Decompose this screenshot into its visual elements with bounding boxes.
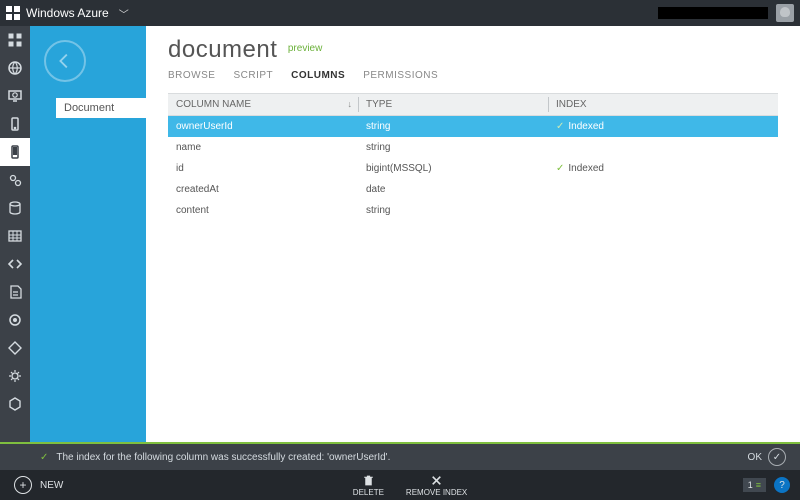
cell-type: string bbox=[358, 205, 548, 216]
cell-index bbox=[548, 184, 778, 195]
table-row[interactable]: idbigint(MSSQL)✓Indexed bbox=[168, 158, 778, 179]
columns-grid: COLUMN NAME ↓ TYPE INDEX ownerUserIdstri… bbox=[168, 93, 778, 221]
check-icon: ✓ bbox=[556, 163, 564, 174]
content-pane: document preview BROWSE SCRIPT COLUMNS PERM… bbox=[146, 26, 800, 442]
remove-index-label: REMOVE INDEX bbox=[406, 488, 467, 497]
cell-index: ✓Indexed bbox=[548, 163, 778, 174]
sub-rail: Document bbox=[30, 26, 146, 442]
cell-name: ownerUserId bbox=[168, 121, 358, 132]
rail-db-icon[interactable] bbox=[0, 194, 30, 222]
rail-hex-icon[interactable] bbox=[0, 390, 30, 418]
rail-script-icon[interactable] bbox=[0, 278, 30, 306]
rail-globe-icon[interactable] bbox=[0, 54, 30, 82]
subrail-item-document[interactable]: Document bbox=[56, 98, 146, 118]
table-row[interactable]: namestring bbox=[168, 137, 778, 158]
chevron-down-icon[interactable]: ﹀ bbox=[119, 6, 129, 21]
rail-gears-icon[interactable] bbox=[0, 166, 30, 194]
rail-mobile-alt-icon[interactable] bbox=[0, 138, 30, 166]
brand-label: Windows Azure bbox=[26, 6, 109, 20]
page-title: document bbox=[168, 36, 277, 64]
table-row[interactable]: contentstring bbox=[168, 200, 778, 221]
col-header-type[interactable]: TYPE bbox=[358, 94, 548, 115]
icon-rail bbox=[0, 26, 30, 442]
cell-name: createdAt bbox=[168, 184, 358, 195]
plus-icon: + bbox=[14, 476, 32, 494]
avatar-icon[interactable] bbox=[776, 4, 794, 22]
cell-type: date bbox=[358, 184, 548, 195]
cell-name: content bbox=[168, 205, 358, 216]
tab-strip: BROWSE SCRIPT COLUMNS PERMISSIONS bbox=[168, 70, 778, 81]
grid-header: COLUMN NAME ↓ TYPE INDEX bbox=[168, 93, 778, 116]
status-ok-button[interactable]: OK ✓ bbox=[748, 448, 786, 466]
cell-index bbox=[548, 205, 778, 216]
delete-label: DELETE bbox=[353, 488, 384, 497]
cell-name: id bbox=[168, 163, 358, 174]
sort-down-icon[interactable]: ↓ bbox=[348, 99, 353, 109]
rail-mobile-icon[interactable] bbox=[0, 110, 30, 138]
col-header-index[interactable]: INDEX bbox=[548, 94, 778, 115]
top-bar: Windows Azure ﹀ bbox=[0, 0, 800, 26]
cell-name: name bbox=[168, 142, 358, 153]
tab-browse[interactable]: BROWSE bbox=[168, 70, 215, 81]
table-row[interactable]: ownerUserIdstring✓Indexed bbox=[168, 116, 778, 137]
azure-logo-icon bbox=[6, 6, 20, 20]
tab-columns[interactable]: COLUMNS bbox=[291, 70, 345, 81]
col-header-name-label: COLUMN NAME bbox=[176, 99, 251, 110]
check-icon: ✓ bbox=[556, 121, 564, 132]
account-name-redacted[interactable] bbox=[658, 7, 768, 19]
back-button[interactable] bbox=[44, 40, 86, 82]
new-label: NEW bbox=[40, 480, 63, 491]
success-check-icon: ✓ bbox=[40, 452, 48, 463]
rail-web-monitor-icon[interactable] bbox=[0, 82, 30, 110]
bars-icon: ≡ bbox=[756, 480, 761, 490]
command-bar: + NEW DELETE REMOVE INDEX 1 ≡ ? bbox=[0, 470, 800, 500]
rail-code-icon[interactable] bbox=[0, 250, 30, 278]
tab-script[interactable]: SCRIPT bbox=[233, 70, 273, 81]
status-message: The index for the following column was s… bbox=[56, 452, 390, 463]
rail-diamond-icon[interactable] bbox=[0, 334, 30, 362]
remove-index-button[interactable]: REMOVE INDEX bbox=[406, 474, 467, 497]
check-circle-icon: ✓ bbox=[768, 448, 786, 466]
preview-badge: preview bbox=[288, 43, 322, 54]
rail-ring-icon[interactable] bbox=[0, 306, 30, 334]
notification-count-label: 1 bbox=[748, 480, 753, 490]
cell-type: bigint(MSSQL) bbox=[358, 163, 548, 174]
cell-type: string bbox=[358, 142, 548, 153]
new-button[interactable]: + NEW bbox=[0, 470, 77, 500]
status-bar: ✓ The index for the following column was… bbox=[0, 442, 800, 470]
help-button[interactable]: ? bbox=[774, 477, 790, 493]
cell-index: ✓Indexed bbox=[548, 121, 778, 132]
rail-gears2-icon[interactable] bbox=[0, 362, 30, 390]
notification-count[interactable]: 1 ≡ bbox=[743, 478, 766, 492]
rail-grid-icon[interactable] bbox=[0, 26, 30, 54]
rail-table-icon[interactable] bbox=[0, 222, 30, 250]
main-shell: Document document preview BROWSE SCRIPT CO… bbox=[0, 26, 800, 442]
table-row[interactable]: createdAtdate bbox=[168, 179, 778, 200]
tab-permissions[interactable]: PERMISSIONS bbox=[363, 70, 438, 81]
status-ok-label: OK bbox=[748, 452, 762, 463]
cell-type: string bbox=[358, 121, 548, 132]
delete-button[interactable]: DELETE bbox=[353, 474, 384, 497]
cell-index bbox=[548, 142, 778, 153]
col-header-name[interactable]: COLUMN NAME ↓ bbox=[168, 94, 358, 115]
